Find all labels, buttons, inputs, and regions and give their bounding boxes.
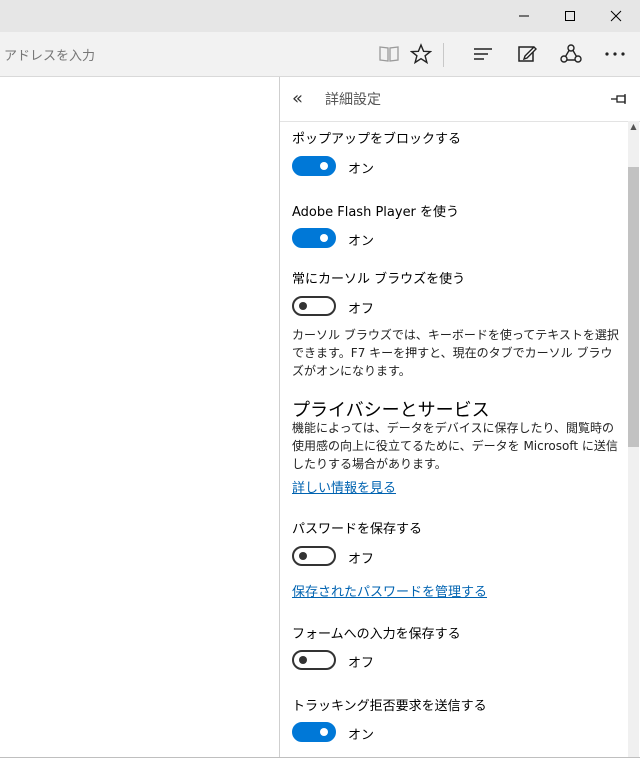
toggle-state-save-form-entries: オフ — [348, 656, 375, 671]
back-button[interactable]: « — [292, 89, 314, 109]
favorites-button[interactable] — [407, 40, 435, 68]
page-content — [0, 77, 279, 758]
toggle-flash-player[interactable] — [292, 228, 336, 248]
reading-view-icon — [379, 46, 399, 62]
toolbar-separator — [443, 43, 444, 67]
toggle-knob — [299, 302, 307, 310]
close-icon — [610, 10, 622, 22]
learn-more-link[interactable]: 詳しい情報を見る — [292, 477, 396, 496]
share-button[interactable] — [557, 40, 585, 68]
scrollbar-thumb[interactable] — [628, 167, 639, 447]
minimize-button[interactable] — [501, 0, 547, 32]
address-input[interactable]: アドレスを入力 — [4, 45, 95, 64]
more-button[interactable] — [601, 40, 629, 68]
toggle-state-do-not-track: オン — [348, 728, 375, 743]
setting-label-save-form-entries: フォームへの入力を保存する — [292, 627, 461, 642]
toggle-knob — [320, 728, 328, 736]
setting-label-flash-player: Adobe Flash Player を使う — [292, 205, 460, 220]
setting-label-caret-browsing: 常にカーソル ブラウズを使う — [292, 272, 466, 287]
toggle-save-passwords[interactable] — [292, 546, 336, 566]
reading-view-button[interactable] — [375, 40, 403, 68]
toggle-knob — [299, 552, 307, 560]
panel-title: 詳細設定 — [325, 92, 381, 108]
hub-icon — [474, 48, 492, 60]
toggle-state-flash-player: オン — [348, 234, 375, 249]
setting-label-block-popups: ポップアップをブロックする — [292, 132, 462, 147]
privacy-description: 機能によっては、データをデバイスに保存したり、閲覧時の使用感の向上に役立てるため… — [292, 421, 618, 471]
maximize-button[interactable] — [547, 0, 593, 32]
toggle-state-block-popups: オン — [348, 162, 375, 177]
favorites-star-icon — [410, 43, 432, 65]
pin-button[interactable] — [609, 89, 629, 109]
minimize-icon — [519, 15, 529, 17]
toggle-knob — [299, 656, 307, 664]
toggle-knob — [320, 234, 328, 242]
web-note-icon — [518, 46, 537, 62]
caret-browsing-description: カーソル ブラウズでは、キーボードを使ってテキストを選択できます。F7 キーを押… — [292, 328, 619, 378]
setting-label-do-not-track: トラッキング拒否要求を送信する — [292, 699, 487, 714]
address-toolbar: アドレスを入力 — [0, 32, 640, 77]
panel-header: « 詳細設定 — [280, 77, 640, 122]
maximize-icon — [565, 11, 575, 21]
pin-icon — [611, 94, 626, 104]
toggle-caret-browsing[interactable] — [292, 296, 336, 316]
setting-label-save-passwords: パスワードを保存する — [292, 522, 423, 537]
web-note-button[interactable] — [513, 40, 541, 68]
toggle-save-form-entries[interactable] — [292, 650, 336, 670]
manage-passwords-link[interactable]: 保存されたパスワードを管理する — [292, 581, 487, 600]
toggle-do-not-track[interactable] — [292, 722, 336, 742]
toggle-block-popups[interactable] — [292, 156, 336, 176]
scroll-up-arrow-icon[interactable]: ▲ — [628, 121, 639, 133]
double-chevron-left-icon: « — [292, 88, 304, 109]
close-button[interactable] — [593, 0, 639, 32]
hub-button[interactable] — [469, 40, 497, 68]
toggle-state-caret-browsing: オフ — [348, 302, 375, 317]
title-bar — [0, 0, 640, 32]
toggle-knob — [320, 162, 328, 170]
share-icon — [560, 44, 582, 63]
more-icon — [605, 52, 625, 56]
toggle-state-save-passwords: オフ — [348, 552, 375, 567]
